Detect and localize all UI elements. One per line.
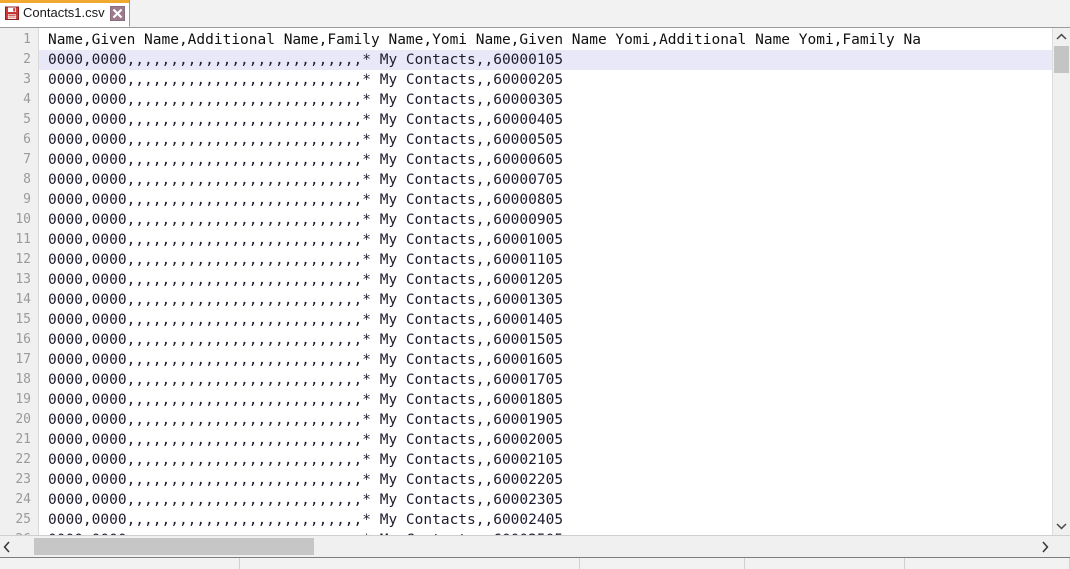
vertical-scrollbar-track[interactable]: [1053, 46, 1070, 517]
line-number: 10: [0, 210, 38, 230]
code-line: 0000,0000,,,,,,,,,,,,,,,,,,,,,,,,,,,* My…: [39, 230, 1052, 250]
code-line: 0000,0000,,,,,,,,,,,,,,,,,,,,,,,,,,,* My…: [39, 250, 1052, 270]
status-cell-2: [240, 558, 580, 569]
line-number: 16: [0, 330, 38, 350]
scrollbar-corner: [1052, 536, 1070, 557]
code-line: 0000,0000,,,,,,,,,,,,,,,,,,,,,,,,,,,* My…: [39, 370, 1052, 390]
line-number: 5: [0, 110, 38, 130]
line-number: 25: [0, 510, 38, 530]
code-line: 0000,0000,,,,,,,,,,,,,,,,,,,,,,,,,,,* My…: [39, 190, 1052, 210]
status-cell-1: [0, 558, 240, 569]
code-line: 0000,0000,,,,,,,,,,,,,,,,,,,,,,,,,,,* My…: [39, 490, 1052, 510]
code-line: 0000,0000,,,,,,,,,,,,,,,,,,,,,,,,,,,* My…: [39, 70, 1052, 90]
tab-bar: Contacts1.csv: [0, 0, 1070, 28]
code-line: 0000,0000,,,,,,,,,,,,,,,,,,,,,,,,,,,* My…: [39, 210, 1052, 230]
chevron-right-icon[interactable]: [1038, 536, 1052, 557]
line-number: 4: [0, 90, 38, 110]
line-number: 8: [0, 170, 38, 190]
editor-main: 1234567891011121314151617181920212223242…: [0, 28, 1052, 535]
line-number: 19: [0, 390, 38, 410]
line-number: 9: [0, 190, 38, 210]
line-number: 22: [0, 450, 38, 470]
line-number: 21: [0, 430, 38, 450]
code-line: 0000,0000,,,,,,,,,,,,,,,,,,,,,,,,,,,* My…: [39, 150, 1052, 170]
code-line: 0000,0000,,,,,,,,,,,,,,,,,,,,,,,,,,,* My…: [39, 170, 1052, 190]
tab-bar-empty-space: [130, 0, 1070, 27]
line-number: 15: [0, 310, 38, 330]
code-line: 0000,0000,,,,,,,,,,,,,,,,,,,,,,,,,,,* My…: [39, 350, 1052, 370]
horizontal-scrollbar-thumb[interactable]: [34, 538, 314, 555]
line-number-gutter: 1234567891011121314151617181920212223242…: [0, 28, 39, 535]
chevron-left-icon[interactable]: [0, 536, 14, 557]
code-line: 0000,0000,,,,,,,,,,,,,,,,,,,,,,,,,,,* My…: [39, 450, 1052, 470]
line-number: 6: [0, 130, 38, 150]
line-number: 17: [0, 350, 38, 370]
line-number: 12: [0, 250, 38, 270]
code-line: 0000,0000,,,,,,,,,,,,,,,,,,,,,,,,,,,* My…: [39, 270, 1052, 290]
status-cell-4: [745, 558, 905, 569]
horizontal-scrollbar-track[interactable]: [14, 536, 1038, 557]
code-line: 0000,0000,,,,,,,,,,,,,,,,,,,,,,,,,,,* My…: [39, 330, 1052, 350]
line-number: 23: [0, 470, 38, 490]
code-text-area[interactable]: Name,Given Name,Additional Name,Family N…: [39, 28, 1052, 535]
status-bar: [0, 557, 1070, 569]
save-floppy-icon: [4, 5, 20, 21]
code-line: 0000,0000,,,,,,,,,,,,,,,,,,,,,,,,,,,* My…: [39, 510, 1052, 530]
vertical-scrollbar[interactable]: [1052, 28, 1070, 535]
code-line: 0000,0000,,,,,,,,,,,,,,,,,,,,,,,,,,,* My…: [39, 130, 1052, 150]
line-number: 14: [0, 290, 38, 310]
code-line: 0000,0000,,,,,,,,,,,,,,,,,,,,,,,,,,,* My…: [39, 290, 1052, 310]
code-line: 0000,0000,,,,,,,,,,,,,,,,,,,,,,,,,,,* My…: [39, 430, 1052, 450]
status-cell-5: [905, 558, 1070, 569]
chevron-up-icon[interactable]: [1053, 28, 1070, 46]
tab-contacts1-csv[interactable]: Contacts1.csv: [0, 0, 130, 27]
tab-label: Contacts1.csv: [23, 5, 110, 21]
horizontal-scrollbar[interactable]: [0, 535, 1070, 557]
status-cell-3: [580, 558, 745, 569]
code-line: 0000,0000,,,,,,,,,,,,,,,,,,,,,,,,,,,* My…: [39, 90, 1052, 110]
chevron-down-icon[interactable]: [1053, 517, 1070, 535]
vertical-scrollbar-thumb[interactable]: [1054, 46, 1069, 73]
close-icon[interactable]: [110, 6, 125, 21]
line-number: 24: [0, 490, 38, 510]
notepadpp-window: Contacts1.csv 12345678910111213141516171…: [0, 0, 1070, 569]
code-line: 0000,0000,,,,,,,,,,,,,,,,,,,,,,,,,,,* My…: [39, 390, 1052, 410]
code-line: 0000,0000,,,,,,,,,,,,,,,,,,,,,,,,,,,* My…: [39, 410, 1052, 430]
code-line: 0000,0000,,,,,,,,,,,,,,,,,,,,,,,,,,,* My…: [39, 110, 1052, 130]
line-number: 7: [0, 150, 38, 170]
line-number: 1: [0, 30, 38, 50]
line-number: 2: [0, 50, 38, 70]
active-tab-accent-bar: [0, 0, 129, 3]
code-line: 0000,0000,,,,,,,,,,,,,,,,,,,,,,,,,,,* My…: [39, 470, 1052, 490]
line-number: 18: [0, 370, 38, 390]
line-number: 11: [0, 230, 38, 250]
line-number: 20: [0, 410, 38, 430]
code-line: 0000,0000,,,,,,,,,,,,,,,,,,,,,,,,,,,* My…: [39, 50, 1052, 70]
code-line-header: Name,Given Name,Additional Name,Family N…: [39, 30, 1052, 50]
line-number: 13: [0, 270, 38, 290]
editor-region: 1234567891011121314151617181920212223242…: [0, 28, 1070, 535]
line-number: 3: [0, 70, 38, 90]
code-line: 0000,0000,,,,,,,,,,,,,,,,,,,,,,,,,,,* My…: [39, 310, 1052, 330]
